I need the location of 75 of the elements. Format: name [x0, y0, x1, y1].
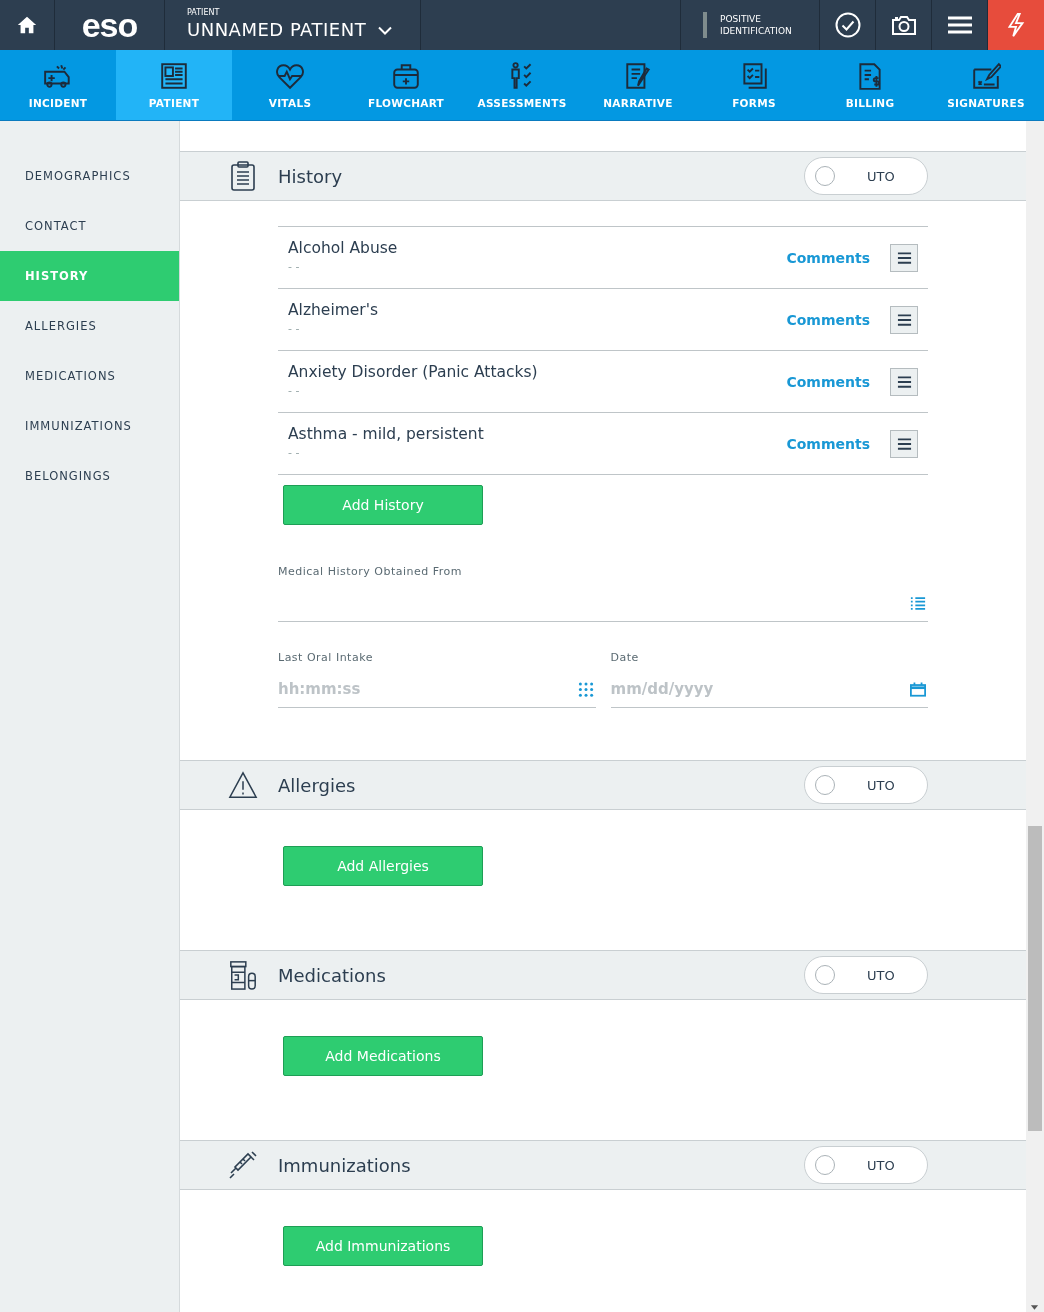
section-title: Immunizations [278, 1154, 412, 1176]
scroll-down-arrow-icon[interactable] [1030, 1305, 1039, 1311]
uto-toggle[interactable]: UTO [804, 956, 928, 994]
uto-toggle[interactable]: UTO [804, 1146, 928, 1184]
nav-tab[interactable]: VITALS [232, 50, 348, 120]
scrollbar-thumb[interactable] [1028, 826, 1042, 1131]
nav-tab[interactable]: SIGNATURES [928, 50, 1044, 120]
identification-label[interactable]: POSITIVE IDENTIFICATION [720, 13, 800, 37]
add-button[interactable]: Add Medications [283, 1036, 483, 1076]
sidebar-item[interactable]: MEDICATIONS [0, 351, 179, 401]
sidebar-item[interactable]: BELONGINGS [0, 451, 179, 501]
add-button[interactable]: Add Immunizations [283, 1226, 483, 1266]
warning-icon [228, 770, 258, 800]
menu-button[interactable] [890, 367, 918, 396]
uto-toggle[interactable]: UTO [804, 157, 928, 195]
menu-icon [896, 313, 912, 326]
nav-tab[interactable]: FORMS [696, 50, 812, 120]
medical-bag-icon [391, 61, 421, 91]
menu-icon [896, 437, 912, 450]
syringe-icon [228, 1150, 258, 1180]
comments-link[interactable]: Comments [786, 435, 870, 452]
section-title: Medications [278, 964, 387, 986]
pill-bottle-icon [228, 960, 258, 990]
history-item-detail: - - [288, 321, 301, 337]
logo: eso [81, 8, 138, 42]
scrollbar[interactable] [1026, 121, 1044, 1312]
menu-icon [896, 375, 912, 388]
history-item-name: Alcohol Abuse [288, 238, 399, 259]
menu-button[interactable] [890, 429, 918, 458]
id-card-icon [159, 61, 189, 91]
sidebar-item[interactable]: HISTORY [0, 251, 179, 301]
list-icon[interactable] [910, 595, 926, 611]
menu-icon [896, 251, 912, 264]
field-label: Medical History Obtained From [278, 565, 463, 579]
keypad-icon[interactable] [577, 681, 594, 697]
checkmark-circle-icon[interactable] [834, 12, 861, 38]
history-item-detail: - - [288, 383, 301, 399]
history-item-name: Anxiety Disorder (Panic Attacks) [288, 362, 539, 383]
input-field[interactable]: hh:mm:ss [278, 671, 596, 708]
chevron-down-icon[interactable] [378, 25, 393, 35]
nav-tab[interactable]: ASSESSMENTS [464, 50, 580, 120]
nav-tab[interactable]: NARRATIVE [580, 50, 696, 120]
menu-button[interactable] [890, 305, 918, 334]
add-button[interactable]: Add History [283, 485, 483, 525]
nav-tab[interactable]: FLOWCHART [348, 50, 464, 120]
menu-button[interactable] [890, 243, 918, 272]
history-item-name: Alzheimer's [288, 300, 380, 321]
home-icon[interactable] [16, 14, 38, 36]
field-label: Last Oral Intake [278, 651, 374, 665]
input-field[interactable]: mm/dd/yyyy [610, 671, 928, 708]
patient-name[interactable]: UNNAMED PATIENT [187, 18, 367, 42]
comments-link[interactable]: Comments [786, 373, 870, 390]
document-pen-icon [623, 61, 653, 91]
patient-label: PATIENT [187, 8, 221, 18]
sidebar-item[interactable]: IMMUNIZATIONS [0, 401, 179, 451]
sidebar-item[interactable]: ALLERGIES [0, 301, 179, 351]
signature-icon [971, 61, 1001, 91]
field-label: Date [610, 651, 640, 665]
history-item-name: Asthma - mild, persistent [288, 424, 485, 445]
uto-toggle[interactable]: UTO [804, 766, 928, 804]
heart-pulse-icon [275, 61, 305, 91]
calendar-icon[interactable] [910, 681, 926, 697]
comments-link[interactable]: Comments [786, 311, 870, 328]
nav-tab[interactable]: INCIDENT [0, 50, 116, 120]
section-title: History [278, 165, 344, 187]
history-item-detail: - - [288, 445, 301, 461]
nav-tab[interactable]: PATIENT [116, 50, 232, 120]
history-item-detail: - - [288, 259, 301, 275]
sidebar-item[interactable]: CONTACT [0, 201, 179, 251]
clipboard-icon [228, 161, 258, 191]
sidebar-item[interactable]: DEMOGRAPHICS [0, 151, 179, 201]
nav-tab[interactable]: BILLING [812, 50, 928, 120]
section-title: Allergies [278, 774, 357, 796]
comments-link[interactable]: Comments [786, 249, 870, 266]
add-button[interactable]: Add Allergies [283, 846, 483, 886]
